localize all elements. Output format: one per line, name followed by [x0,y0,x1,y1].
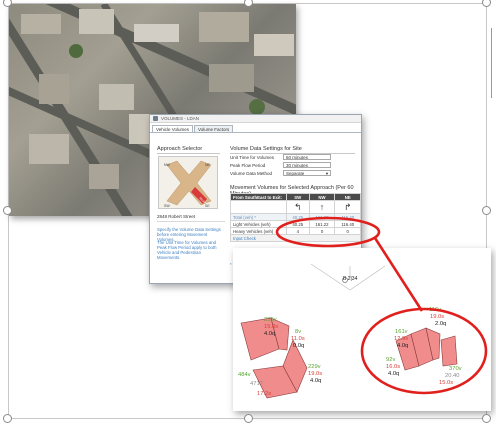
handle-middle-left[interactable] [3,206,12,215]
highlight-overlay [275,216,488,395]
handle-bottom-left[interactable] [3,414,12,423]
highlight-ellipse-table [275,216,381,248]
handle-middle-right[interactable] [482,206,491,215]
highlight-ellipse-diagram [360,307,488,395]
handle-bottom-right[interactable] [482,414,491,423]
highlight-connector [373,237,424,312]
handle-bottom-center[interactable] [244,414,253,423]
